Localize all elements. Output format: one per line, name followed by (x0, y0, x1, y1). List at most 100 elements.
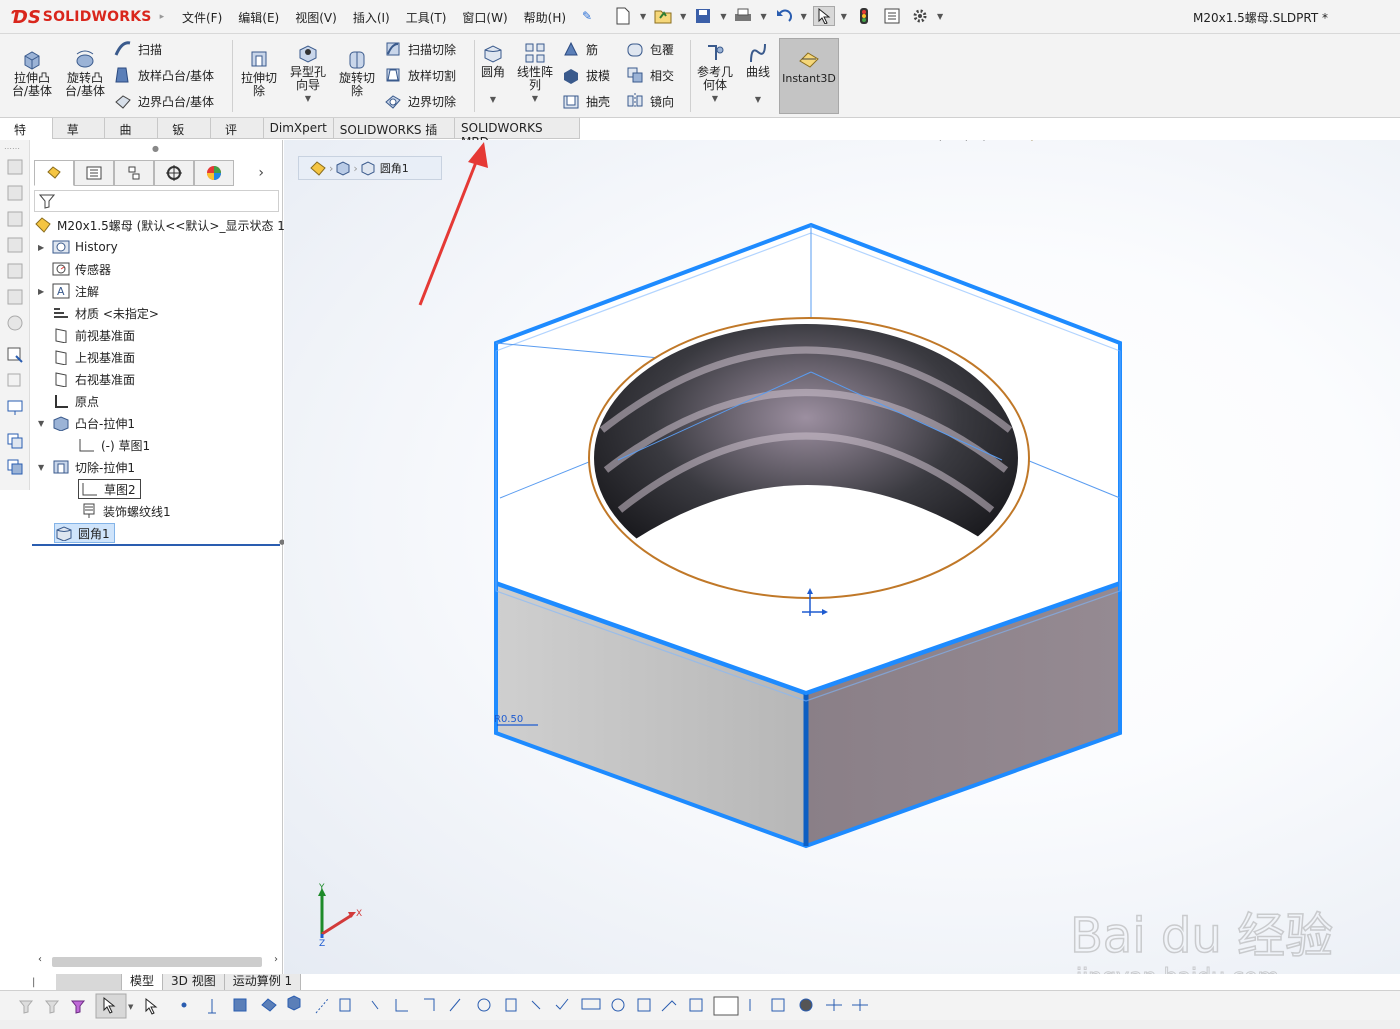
strip-tool-icon[interactable] (6, 432, 24, 450)
hole-wizard-dropdown-icon[interactable]: ▼ (286, 92, 330, 105)
options-gear-icon[interactable] (909, 6, 931, 26)
tree-item-boss-extrude1[interactable]: ▼ 凸台-拉伸1 (38, 413, 135, 433)
hole-wizard-button[interactable]: 异型孔 向导 ▼ (286, 42, 330, 105)
select-dropdown-icon[interactable]: ▼ (841, 12, 847, 21)
wrap-button[interactable]: 包覆 (626, 38, 674, 60)
menu-tools[interactable]: 工具(T) (404, 7, 449, 28)
strip-tool-icon[interactable] (6, 210, 24, 228)
tree-item-annotations[interactable]: ▶ A 注解 (38, 281, 99, 301)
tree-horizontal-scrollbar[interactable]: ‹ › (38, 954, 278, 968)
tab-surfaces[interactable]: 曲面 (105, 118, 159, 154)
new-dropdown-icon[interactable]: ▼ (640, 12, 646, 21)
print-icon[interactable] (732, 6, 754, 26)
rib-button[interactable]: 筋 (562, 38, 598, 60)
strip-tool-icon[interactable] (6, 158, 24, 176)
collapse-arrow-icon[interactable]: ▼ (38, 419, 48, 428)
undo-icon[interactable] (773, 6, 795, 26)
save-icon[interactable] (692, 6, 714, 26)
property-manager-tab-icon[interactable] (74, 160, 114, 186)
file-properties-icon[interactable] (881, 6, 903, 26)
feature-tree-tab-icon[interactable] (34, 160, 74, 186)
tab-dimxpert[interactable]: DimXpert (264, 118, 334, 139)
tree-item-cut-extrude1[interactable]: ▼ 切除-拉伸1 (38, 457, 135, 477)
strip-tool-icon[interactable] (6, 184, 24, 202)
strip-tool-icon[interactable] (6, 398, 24, 416)
tab-scroll-arrows[interactable]: |◂◂▸▸| (32, 974, 58, 1002)
extrude-boss-button[interactable]: 拉伸凸 台/基体 (8, 48, 56, 98)
tree-item-cosmetic-thread1[interactable]: 装饰螺纹线1 (80, 501, 171, 521)
selection-filter-icons[interactable] (181, 995, 868, 1016)
fillet-dropdown-icon[interactable]: ▼ (478, 93, 508, 106)
curves-dropdown-icon[interactable]: ▼ (740, 93, 776, 106)
menu-edit[interactable]: 编辑(E) (236, 7, 281, 28)
collapse-arrow-icon[interactable]: ▼ (38, 463, 48, 472)
select-other-icon[interactable] (145, 997, 158, 1015)
tabs-scroll-right-icon[interactable]: › (234, 160, 264, 186)
ref-geometry-dropdown-icon[interactable]: ▼ (694, 92, 736, 105)
tree-item-front-plane[interactable]: 前视基准面 (52, 325, 135, 345)
boundary-boss-button[interactable]: 边界凸台/基体 (114, 90, 214, 112)
tab-motion-study[interactable]: 运动算例 1 (224, 974, 302, 990)
tab-sheet-metal[interactable]: 钣金 (158, 118, 211, 154)
display-manager-tab-icon[interactable] (194, 160, 234, 186)
menu-window[interactable]: 窗口(W) (460, 7, 509, 28)
rebuild-icon[interactable] (853, 6, 875, 26)
tab-features[interactable]: 特征 (0, 118, 53, 154)
scroll-left-icon[interactable]: ‹ (38, 954, 42, 965)
scroll-thumb[interactable] (52, 957, 262, 967)
feature-filter-field[interactable] (34, 190, 279, 212)
tree-item-sketch1[interactable]: (-) 草图1 (78, 435, 150, 455)
boundary-cut-button[interactable]: 边界切除 (384, 90, 456, 112)
tab-evaluate[interactable]: 评估 (211, 118, 264, 154)
strip-tool-icon[interactable] (6, 236, 24, 254)
extrude-cut-button[interactable]: 拉伸切 除 (236, 48, 282, 98)
undo-dropdown-icon[interactable]: ▼ (801, 12, 807, 21)
strip-tool-icon[interactable] (6, 314, 24, 332)
tab-model[interactable]: 模型 (122, 974, 164, 990)
sweep-cut-button[interactable]: 扫描切除 (384, 38, 456, 60)
pin-icon[interactable]: ✎ (580, 7, 594, 28)
menu-help[interactable]: 帮助(H) (522, 7, 568, 28)
tab-navigation-buttons[interactable] (56, 974, 122, 990)
revolve-boss-button[interactable]: 旋转凸 台/基体 (60, 48, 110, 98)
new-document-icon[interactable] (612, 6, 634, 26)
options-dropdown-icon[interactable]: ▼ (937, 12, 943, 21)
strip-tool-icon[interactable] (6, 372, 24, 390)
open-icon[interactable] (652, 6, 674, 26)
instant3d-button[interactable]: Instant3D (779, 38, 839, 114)
scroll-right-icon[interactable]: › (274, 954, 278, 965)
strip-tool-icon[interactable] (6, 458, 24, 476)
strip-tool-icon[interactable] (6, 288, 24, 306)
tree-item-right-plane[interactable]: 右视基准面 (52, 369, 135, 389)
select-icon[interactable] (812, 6, 835, 26)
loft-cut-button[interactable]: 放样切割 (384, 64, 456, 86)
tree-item-sketch2[interactable]: 草图2 (78, 479, 141, 499)
tab-sketch[interactable]: 草图 (53, 118, 106, 154)
pattern-dropdown-icon[interactable]: ▼ (514, 92, 556, 105)
tree-item-origin[interactable]: 原点 (52, 391, 99, 411)
open-dropdown-icon[interactable]: ▼ (680, 12, 686, 21)
menu-view[interactable]: 视图(V) (293, 7, 339, 28)
tree-item-top-plane[interactable]: 上视基准面 (52, 347, 135, 367)
tab-solidworks-mbd[interactable]: SOLIDWORKS MBD (455, 118, 580, 149)
graphics-area[interactable]: › › 圆角1 ▼ ▼ ▼ ▼ ▼ ▼ R0.50 Y X Z Bai du 经… (284, 140, 1400, 974)
sweep-button[interactable]: 扫描 (114, 38, 162, 60)
mirror-button[interactable]: 镜向 (626, 90, 674, 112)
tab-solidworks-addins[interactable]: SOLIDWORKS 插件 (334, 118, 455, 154)
filter-clear-icon[interactable] (44, 1000, 60, 1014)
menu-insert[interactable]: 插入(I) (351, 7, 392, 28)
rollback-bar[interactable] (32, 544, 280, 546)
reference-geometry-button[interactable]: 参考几 何体 ▼ (694, 42, 736, 105)
loft-boss-button[interactable]: 放样凸台/基体 (114, 64, 214, 86)
shell-button[interactable]: 抽壳 (562, 90, 610, 112)
expand-arrow-icon[interactable]: ▶ (38, 287, 48, 296)
expand-arrow-icon[interactable]: ▶ (38, 243, 48, 252)
tree-root-part[interactable]: M20x1.5螺母 (默认<<默认>_显示状态 1 (34, 215, 285, 235)
dimxpert-manager-tab-icon[interactable] (154, 160, 194, 186)
tab-3d-views[interactable]: 3D 视图 (163, 974, 225, 990)
tree-item-sensors[interactable]: 传感器 (52, 259, 111, 279)
draft-button[interactable]: 拔模 (562, 64, 610, 86)
strip-tool-icon[interactable] (6, 346, 24, 364)
filter-toggle-icon[interactable] (18, 1000, 34, 1014)
print-dropdown-icon[interactable]: ▼ (760, 12, 766, 21)
